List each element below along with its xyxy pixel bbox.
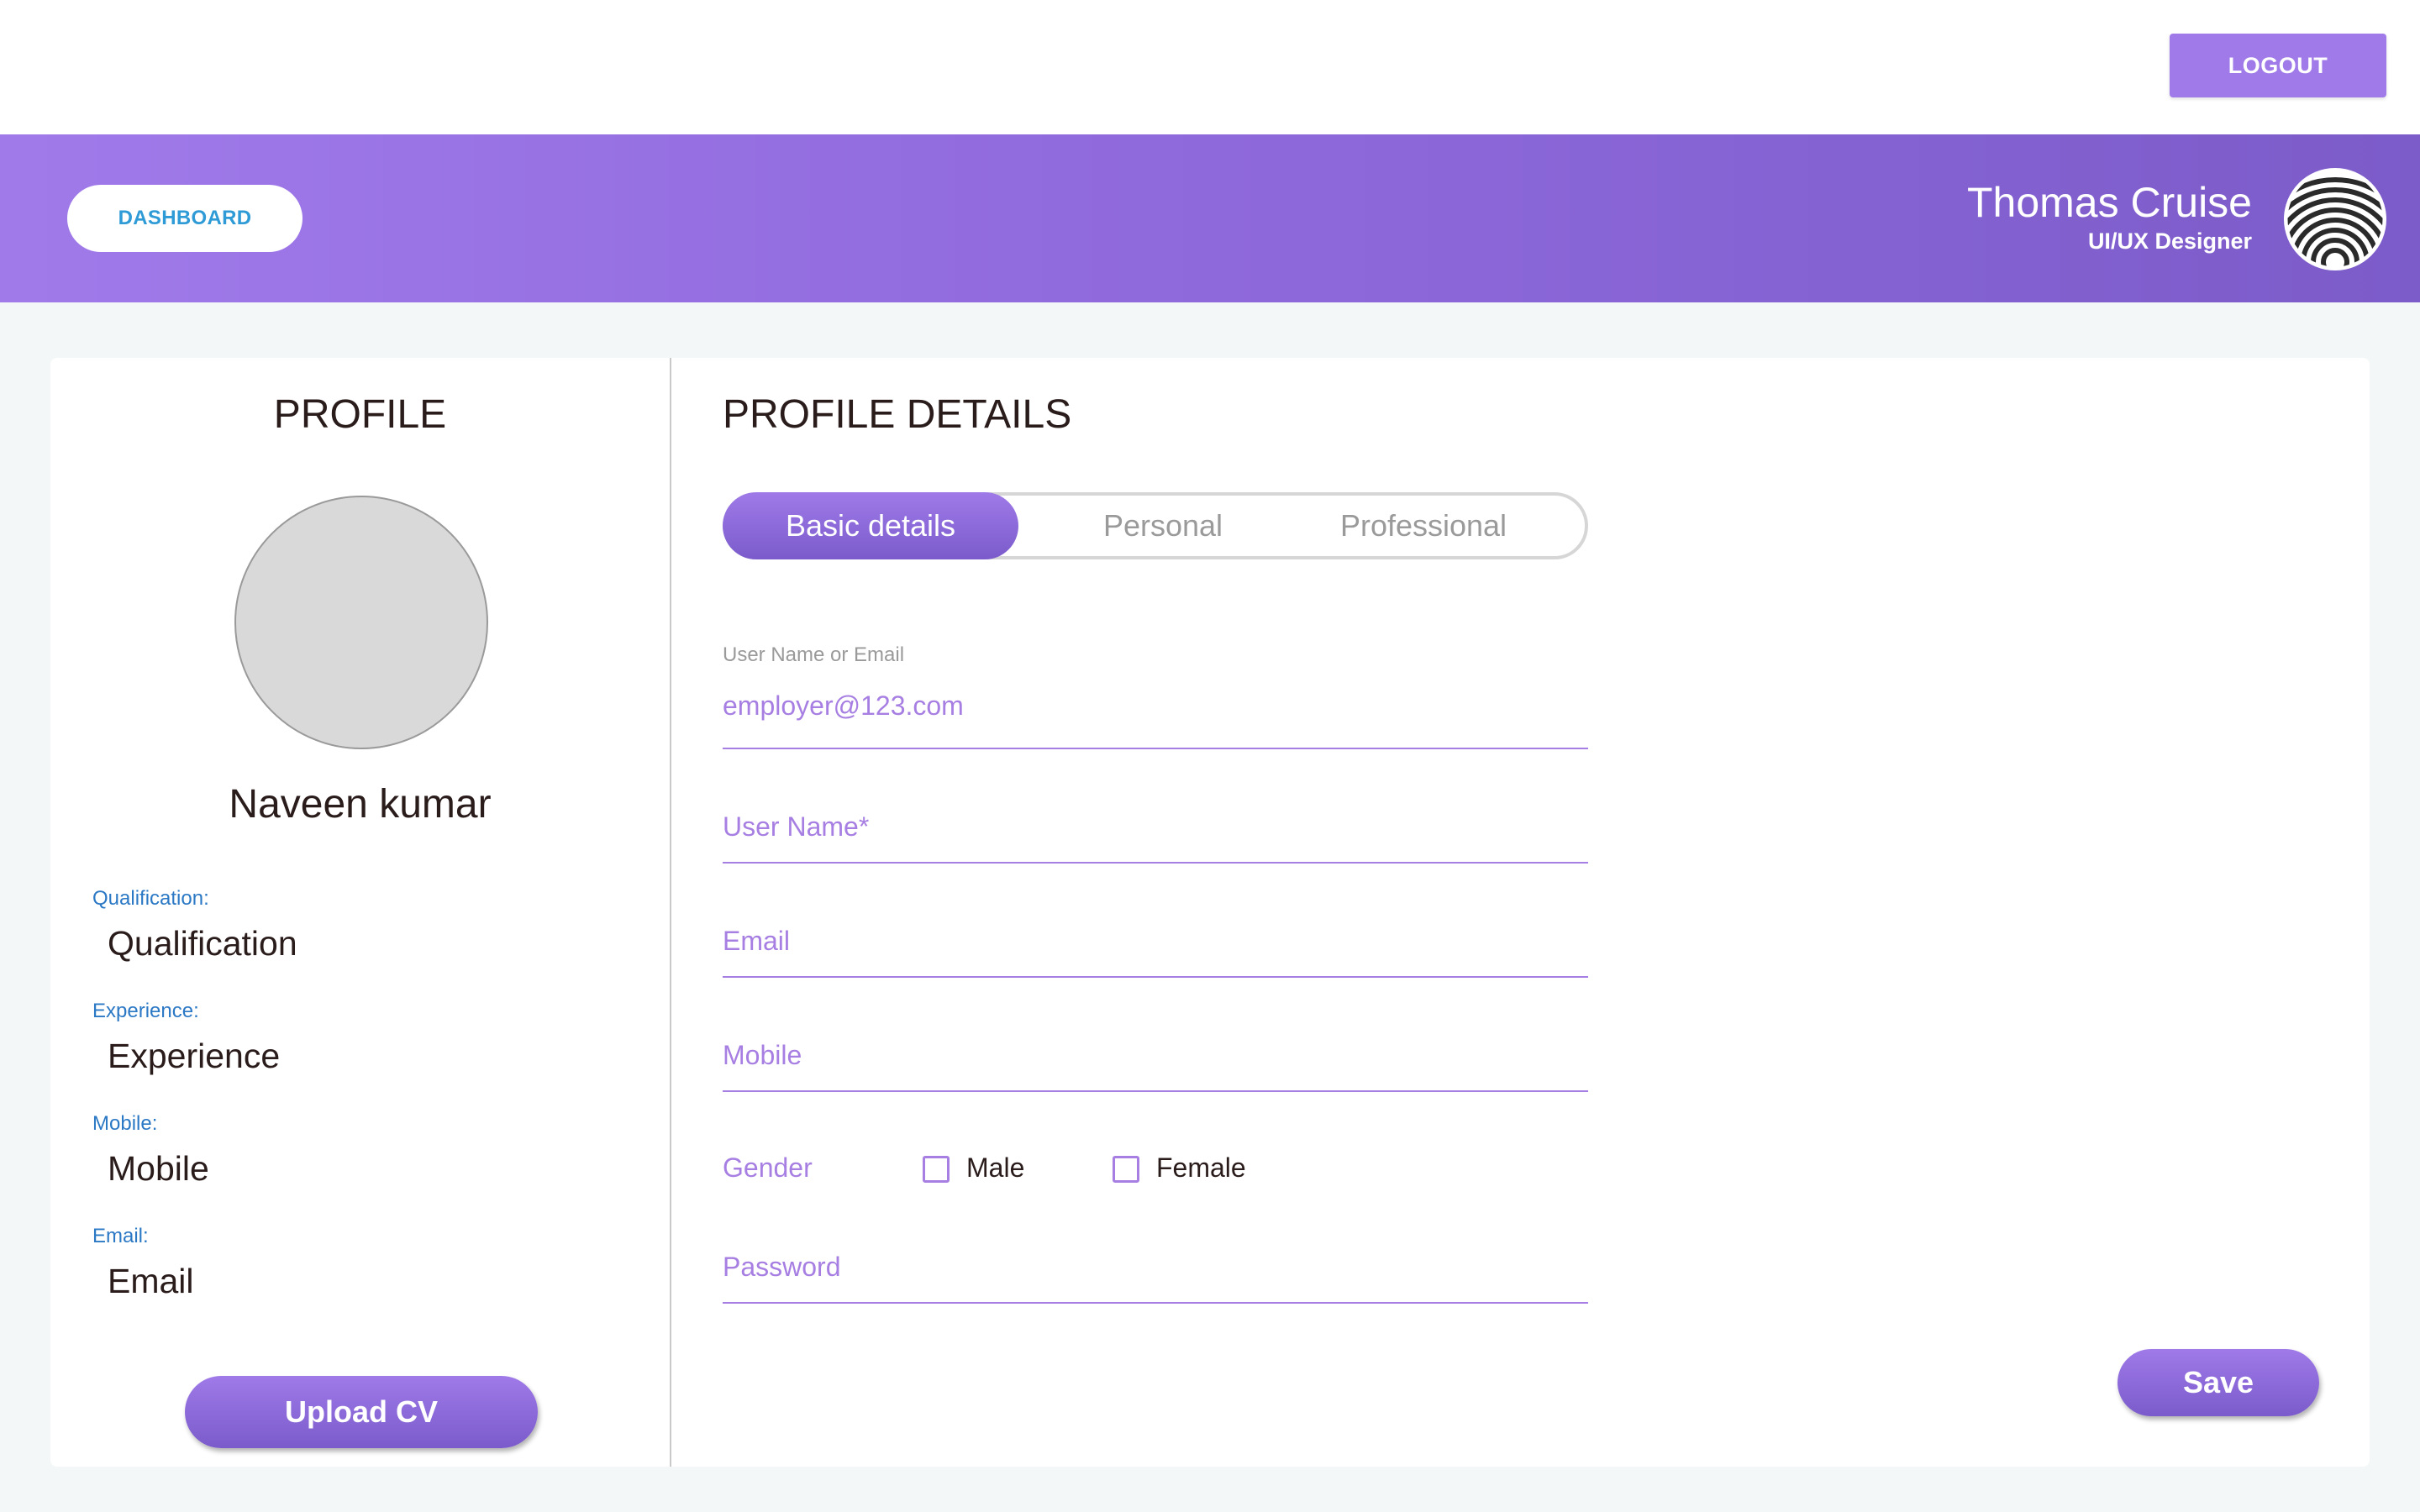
username-or-email-value: employer@123.com [723,690,964,721]
profile-name: Naveen kumar [229,782,492,827]
gender-label: Gender [723,1152,813,1183]
top-bar: LOGOUT [0,0,2420,134]
profile-title: PROFILE [273,392,447,437]
qualification-label: Qualification: [92,887,209,910]
male-label: Male [966,1152,1025,1183]
tab-professional[interactable]: Professional [1297,492,1549,559]
password-placeholder: Password [723,1252,841,1282]
profile-photo[interactable] [234,496,488,749]
header-banner: DASHBOARD Thomas Cruise UI/UX Designer [0,134,2420,302]
divider [670,358,671,1467]
profile-tabs: Basic details Personal Professional [723,492,1588,559]
username-or-email-field[interactable]: employer@123.com [723,677,1588,749]
male-checkbox[interactable] [923,1156,950,1183]
tab-personal[interactable]: Personal [1062,492,1264,559]
mobile-value: Mobile [108,1149,209,1188]
username-or-email-label: User Name or Email [723,643,905,666]
user-role: UI/UX Designer [2087,228,2252,254]
email-value: Email [108,1262,194,1300]
password-field[interactable]: Password [723,1235,1588,1304]
female-checkbox[interactable] [1113,1156,1139,1183]
email-field[interactable]: Email [723,909,1588,978]
save-button[interactable]: Save [2118,1349,2319,1416]
mobile-label: Mobile: [92,1112,158,1135]
profile-card: PROFILE Naveen kumar Qualification: Qual… [50,358,2370,1467]
username-placeholder: User Name* [723,811,870,842]
profile-details-title: PROFILE DETAILS [723,392,1072,437]
logout-button[interactable]: LOGOUT [2170,34,2386,97]
avatar[interactable] [2284,168,2386,270]
user-name: Thomas Cruise [1967,179,2252,226]
upload-cv-button[interactable]: Upload CV [185,1376,538,1448]
dashboard-button[interactable]: DASHBOARD [67,185,302,252]
wave-pattern-logo-icon [2285,169,2386,270]
email-placeholder: Email [723,926,791,956]
mobile-field[interactable]: Mobile [723,1023,1588,1092]
username-field[interactable]: User Name* [723,795,1588,864]
experience-label: Experience: [92,1000,199,1022]
email-label: Email: [92,1225,149,1247]
experience-value: Experience [108,1037,281,1075]
qualification-value: Qualification [108,924,297,963]
mobile-placeholder: Mobile [723,1040,802,1070]
tab-basic-details[interactable]: Basic details [723,492,1018,559]
female-label: Female [1156,1152,1246,1183]
